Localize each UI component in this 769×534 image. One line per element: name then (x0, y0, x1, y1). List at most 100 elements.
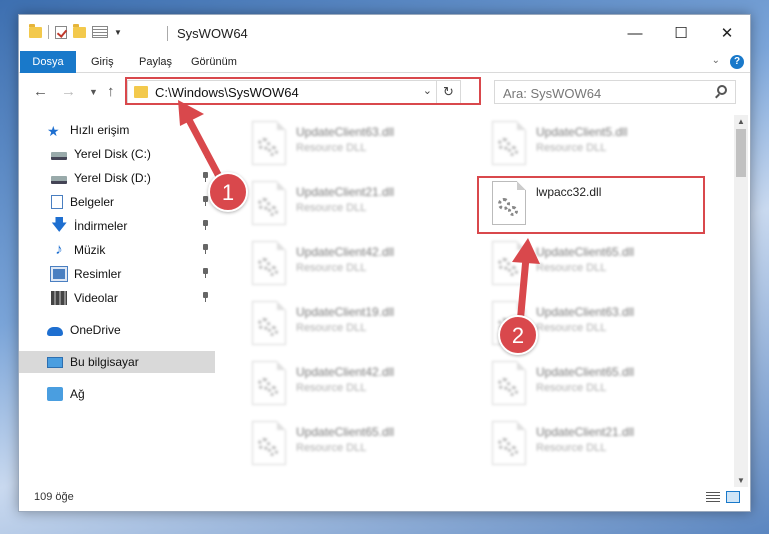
nav-item-label: Belgeler (70, 195, 115, 209)
file-name: UpdateClient5.dll (536, 125, 628, 139)
search-input[interactable]: Ara: SysWOW64 (494, 80, 736, 104)
scroll-up-icon[interactable]: ▲ (734, 117, 748, 126)
file-type: Resource DLL (536, 382, 607, 394)
divider (167, 26, 168, 41)
file-type: Resource DLL (296, 262, 367, 274)
minimize-button[interactable]: — (612, 15, 658, 51)
search-placeholder: Ara: SysWOW64 (503, 86, 602, 101)
chevron-down-icon[interactable]: ▼ (114, 28, 122, 37)
file-name: UpdateClient19.dll (296, 305, 395, 319)
star-icon: ★ (47, 123, 60, 139)
close-button[interactable]: ✕ (704, 15, 750, 51)
file-name: UpdateClient63.dll (536, 305, 635, 319)
dll-file-icon (492, 121, 526, 165)
tab-gorunum[interactable]: Görünüm (183, 51, 245, 73)
step-callout-2: 2 (498, 315, 538, 355)
file-item[interactable]: UpdateClient42.dll Resource DLL (244, 359, 474, 407)
scroll-thumb[interactable] (736, 129, 746, 177)
nav-item-pictures[interactable]: Resimler (19, 263, 215, 285)
download-icon: 🡇 (51, 217, 68, 234)
file-highlight (477, 176, 705, 234)
dll-file-icon (492, 421, 526, 465)
file-list: UpdateClient63.dll Resource DLL UpdateCl… (226, 115, 734, 485)
disk-icon (51, 176, 67, 184)
help-icon[interactable]: ? (730, 55, 744, 69)
tab-dosya[interactable]: Dosya (20, 51, 76, 73)
dll-file-icon (492, 361, 526, 405)
file-name: UpdateClient65.dll (536, 365, 635, 379)
dll-file-icon (252, 241, 286, 285)
tab-giris[interactable]: Giriş (83, 51, 122, 73)
nav-item-label: Yerel Disk (C:) (74, 147, 151, 161)
file-item[interactable]: UpdateClient63.dll Resource DLL (244, 119, 474, 167)
file-item[interactable]: UpdateClient42.dll Resource DLL (244, 239, 474, 287)
ribbon-tabs: Dosya Giriş Paylaş Görünüm ⌄ ? (19, 51, 750, 73)
nav-item-label: Yerel Disk (D:) (74, 171, 151, 185)
documents-icon (51, 195, 63, 209)
file-item[interactable]: UpdateClient5.dll Resource DLL (484, 119, 714, 167)
nav-item-downloads[interactable]: 🡇 İndirmeler (19, 215, 215, 237)
recent-locations-icon[interactable]: ▼ (89, 87, 98, 97)
file-type: Resource DLL (296, 202, 367, 214)
scroll-down-icon[interactable]: ▼ (734, 476, 748, 485)
nav-item-label: Resimler (74, 267, 122, 281)
dll-file-icon (252, 121, 286, 165)
window-title: SysWOW64 (177, 26, 248, 41)
dll-file-icon (252, 421, 286, 465)
nav-item-onedrive[interactable]: OneDrive (19, 319, 215, 341)
file-type: Resource DLL (296, 382, 367, 394)
customize-icon[interactable] (92, 26, 108, 38)
file-item[interactable]: UpdateClient65.dll Resource DLL (484, 359, 714, 407)
video-icon (51, 291, 67, 305)
file-type: Resource DLL (536, 442, 607, 454)
step-callout-1: 1 (208, 172, 248, 212)
cloud-icon (47, 327, 63, 336)
search-icon[interactable] (717, 85, 727, 95)
folder-icon[interactable] (29, 23, 42, 38)
file-item[interactable]: UpdateClient19.dll Resource DLL (244, 299, 474, 347)
file-name: UpdateClient65.dll (296, 425, 395, 439)
dll-file-icon (252, 361, 286, 405)
nav-item-label: OneDrive (70, 323, 121, 337)
pin-icon[interactable] (201, 220, 209, 230)
nav-item-label: Bu bilgisayar (70, 355, 139, 369)
file-type: Resource DLL (296, 442, 367, 454)
nav-item-label: Hızlı erişim (70, 123, 130, 137)
quick-access-toolbar: ▼ (29, 23, 122, 39)
pictures-icon (50, 266, 68, 282)
file-name: UpdateClient65.dll (536, 245, 635, 259)
title-bar: ▼ SysWOW64 — ☐ ✕ (19, 15, 750, 51)
file-type: Resource DLL (536, 142, 607, 154)
maximize-button[interactable]: ☐ (658, 15, 704, 51)
nav-item-music[interactable]: ♪ Müzik (19, 239, 215, 261)
vertical-scrollbar[interactable]: ▲ ▼ (734, 115, 748, 487)
forward-icon[interactable]: → (61, 83, 76, 100)
file-item[interactable]: UpdateClient65.dll Resource DLL (244, 419, 474, 467)
pin-icon[interactable] (201, 268, 209, 278)
nav-item-videos[interactable]: Videolar (19, 287, 215, 309)
properties-check-icon[interactable] (55, 25, 67, 39)
nav-item-label: Videolar (74, 291, 118, 305)
details-view-icon[interactable] (706, 492, 720, 503)
dll-file-icon (252, 181, 286, 225)
computer-icon (47, 356, 63, 368)
expand-ribbon-icon[interactable]: ⌄ (712, 55, 720, 66)
back-icon[interactable]: ← (33, 83, 48, 100)
new-folder-icon[interactable] (73, 23, 86, 38)
file-item[interactable]: UpdateClient21.dll Resource DLL (244, 179, 474, 227)
file-name: UpdateClient21.dll (296, 185, 395, 199)
nav-item-label: Müzik (74, 243, 106, 257)
pin-icon[interactable] (201, 292, 209, 302)
divider (48, 25, 49, 39)
up-icon[interactable]: ↑ (107, 83, 115, 100)
music-icon: ♪ (55, 241, 63, 258)
nav-item-label: İndirmeler (74, 219, 128, 233)
pin-icon[interactable] (201, 244, 209, 254)
file-item[interactable]: UpdateClient21.dll Resource DLL (484, 419, 714, 467)
nav-item-network[interactable]: Ağ (19, 383, 215, 405)
nav-item-this-pc[interactable]: Bu bilgisayar (19, 351, 215, 373)
large-icons-view-icon[interactable] (726, 491, 740, 503)
network-icon (47, 387, 63, 401)
file-name: UpdateClient21.dll (536, 425, 635, 439)
tab-paylas[interactable]: Paylaş (131, 51, 180, 73)
